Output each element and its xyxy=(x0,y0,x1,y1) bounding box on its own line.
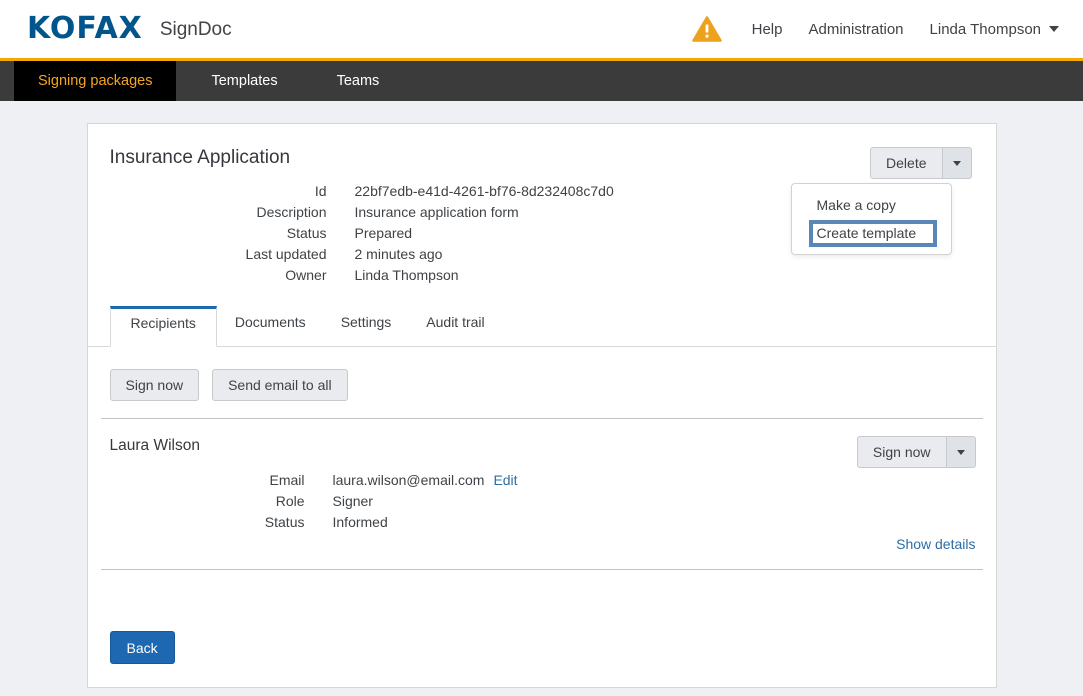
detail-label: Status xyxy=(110,225,327,241)
package-owner-value: Linda Thompson xyxy=(355,267,972,283)
detail-label: Email xyxy=(88,472,305,488)
chevron-down-icon xyxy=(1049,26,1059,32)
recipient-sign-now-button[interactable]: Sign now xyxy=(857,436,947,468)
show-details-row: Show details xyxy=(88,530,996,552)
user-menu[interactable]: Linda Thompson xyxy=(930,21,1059,38)
chevron-down-icon xyxy=(953,161,961,166)
package-tabs: Recipients Documents Settings Audit trai… xyxy=(88,306,996,347)
page-content: Insurance Application Delete Make a copy… xyxy=(0,101,1083,696)
app-name: SignDoc xyxy=(160,19,232,41)
package-actions-menu: Make a copy Create template xyxy=(791,183,952,255)
detail-label: Owner xyxy=(110,267,327,283)
recipient-row: Laura Wilson Sign now Email laura.wilson… xyxy=(88,419,996,552)
administration-link[interactable]: Administration xyxy=(808,21,903,38)
show-details-link[interactable]: Show details xyxy=(896,536,975,552)
detail-label: Id xyxy=(110,183,327,199)
recipient-email-value: laura.wilson@email.comEdit xyxy=(333,472,996,488)
sign-now-all-button[interactable]: Sign now xyxy=(110,369,200,401)
detail-label: Description xyxy=(110,204,327,220)
recipient-sign-now-group: Sign now xyxy=(857,436,976,468)
user-name: Linda Thompson xyxy=(930,21,1041,38)
recipient-status-value: Informed xyxy=(333,514,996,530)
top-header: KOFAX SignDoc Help Administration Linda … xyxy=(0,0,1083,58)
send-email-to-all-button[interactable]: Send email to all xyxy=(212,369,348,401)
signing-package-card: Insurance Application Delete Make a copy… xyxy=(87,123,997,688)
detail-label: Status xyxy=(88,514,305,530)
header-actions: Help Administration Linda Thompson xyxy=(692,16,1059,42)
recipient-role-value: Signer xyxy=(333,493,996,509)
nav-item-signing-packages[interactable]: Signing packages xyxy=(14,61,176,101)
recipient-sign-now-dropdown-toggle[interactable] xyxy=(947,436,976,468)
recipient-details: Email laura.wilson@email.comEdit Role Si… xyxy=(88,472,996,530)
recipients-toolbar: Sign now Send email to all xyxy=(88,347,996,401)
package-title: Insurance Application xyxy=(110,147,972,169)
chevron-down-icon xyxy=(957,450,965,455)
divider xyxy=(101,569,983,570)
back-button[interactable]: Back xyxy=(110,631,175,664)
delete-button-group: Delete Make a copy Create template xyxy=(870,147,971,179)
help-link[interactable]: Help xyxy=(752,21,783,38)
warning-icon[interactable] xyxy=(692,16,722,42)
kofax-logo: KOFAX xyxy=(27,14,143,44)
nav-item-teams[interactable]: Teams xyxy=(313,61,404,101)
tab-settings[interactable]: Settings xyxy=(324,306,409,346)
package-header: Insurance Application Delete Make a copy… xyxy=(88,147,996,283)
tab-recipients[interactable]: Recipients xyxy=(110,306,217,347)
edit-email-link[interactable]: Edit xyxy=(493,472,517,488)
main-nav: Signing packages Templates Teams xyxy=(0,58,1083,101)
menu-item-make-a-copy[interactable]: Make a copy xyxy=(792,193,951,217)
menu-item-create-template[interactable]: Create template xyxy=(809,220,937,247)
delete-dropdown-toggle[interactable] xyxy=(943,147,972,179)
card-footer: Back xyxy=(110,631,175,664)
detail-label: Last updated xyxy=(110,246,327,262)
nav-item-templates[interactable]: Templates xyxy=(187,61,301,101)
tab-documents[interactable]: Documents xyxy=(218,306,323,346)
delete-button[interactable]: Delete xyxy=(870,147,942,179)
tab-audit-trail[interactable]: Audit trail xyxy=(409,306,501,346)
detail-label: Role xyxy=(88,493,305,509)
